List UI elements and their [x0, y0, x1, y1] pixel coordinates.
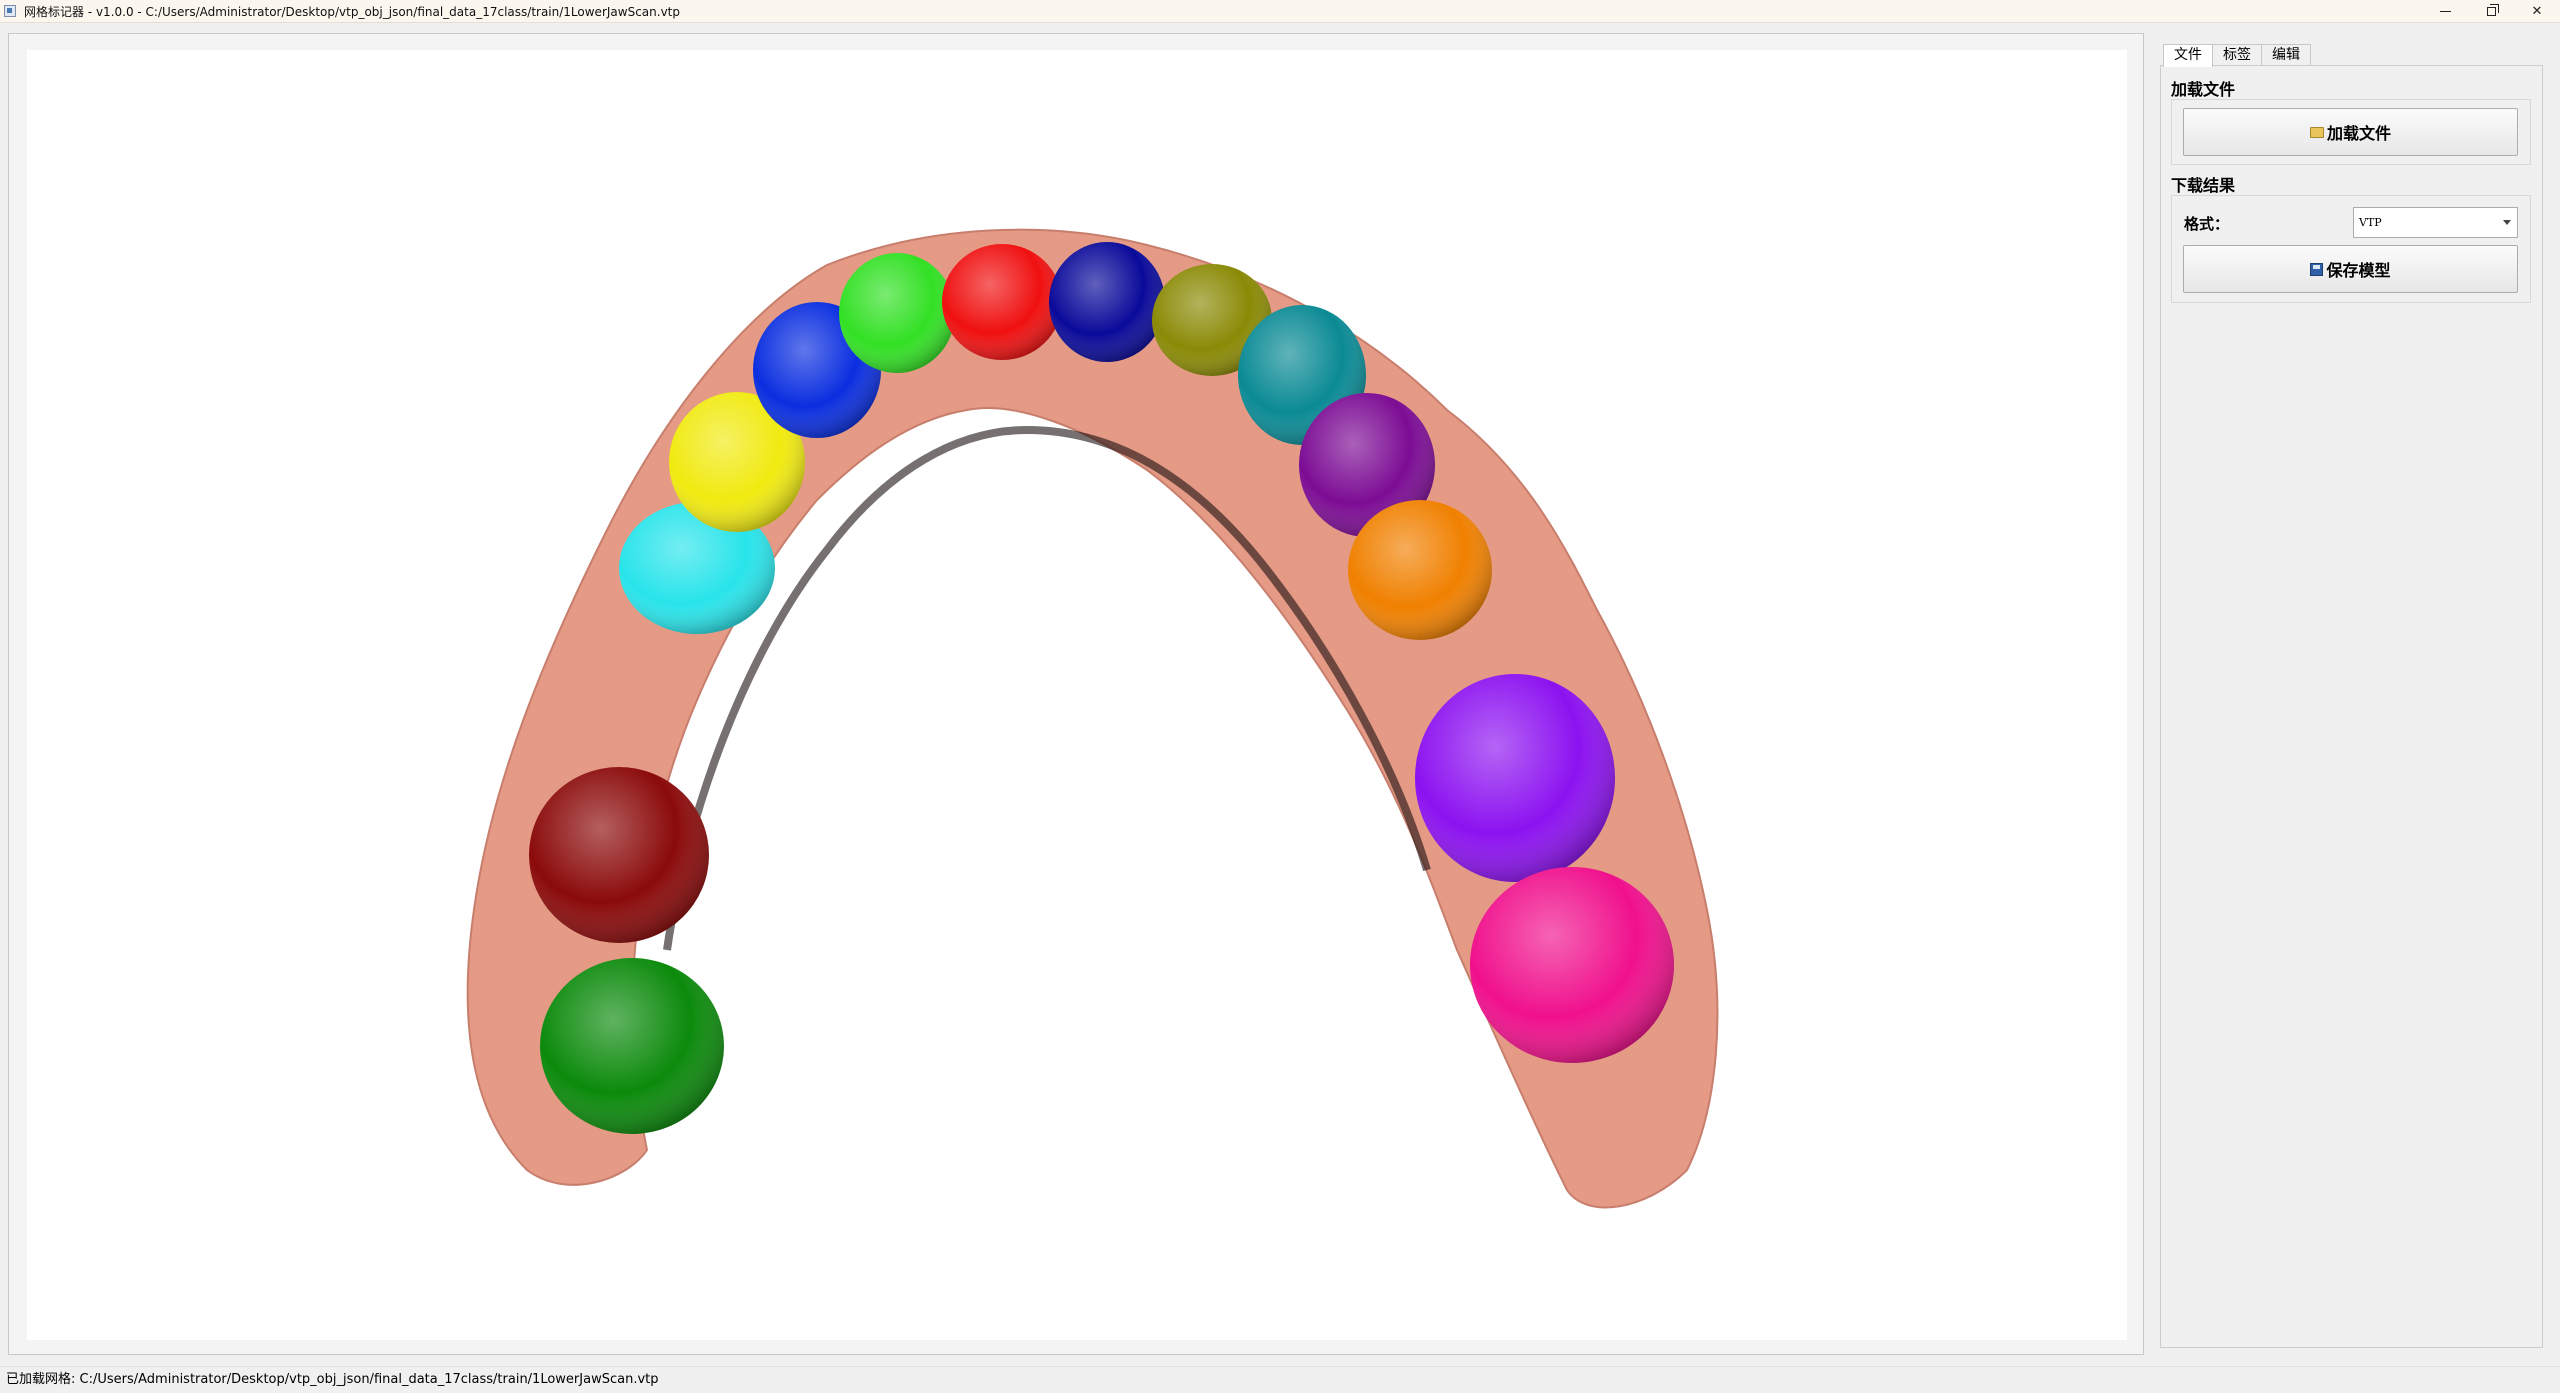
save-model-button-label: 保存模型 [2326, 261, 2391, 280]
format-select-value: VTP [2359, 216, 2382, 229]
tab-edit[interactable]: 编辑 [2261, 44, 2311, 65]
tooth-31[interactable] [942, 244, 1062, 360]
window-title: 网格标记器 - v1.0.0 - C:/Users/Administrator/… [24, 4, 680, 19]
restore-button[interactable] [2468, 0, 2514, 22]
format-select[interactable]: VTP [2353, 207, 2518, 238]
tooth-41[interactable] [1049, 242, 1165, 362]
tab-file[interactable]: 文件 [2163, 44, 2213, 67]
tooth-37[interactable] [540, 958, 724, 1134]
title-bar: 网格标记器 - v1.0.0 - C:/Users/Administrator/… [0, 0, 2560, 23]
close-button[interactable]: ✕ [2514, 0, 2560, 22]
status-bar: 已加载网格: C:/Users/Administrator/Desktop/vt… [0, 1366, 2560, 1393]
restore-icon [2486, 3, 2499, 16]
load-file-button-label: 加载文件 [2326, 124, 2391, 143]
load-file-button[interactable]: 加载文件 [2183, 108, 2518, 156]
load-group-title: 加载文件 [2171, 80, 2236, 99]
status-text: 已加载网格: C:/Users/Administrator/Desktop/vt… [6, 1372, 659, 1387]
tooth-47[interactable] [1470, 867, 1674, 1063]
minimize-icon [2439, 10, 2451, 12]
tab-bar: 文件 标签 编辑 [2163, 44, 2311, 67]
tooth-36[interactable] [529, 767, 709, 943]
tooth-46[interactable] [1415, 674, 1615, 882]
floppy-disk-icon [2310, 262, 2324, 276]
app-icon [4, 5, 16, 17]
minimize-button[interactable] [2422, 0, 2468, 22]
tooth-32[interactable] [839, 253, 955, 373]
chevron-down-icon [2503, 220, 2511, 225]
mesh-viewport[interactable] [27, 50, 2127, 1340]
jaw-scan-render [466, 228, 1719, 1209]
tooth-45[interactable] [1348, 500, 1492, 640]
download-group-title: 下载结果 [2171, 176, 2236, 195]
tab-labels[interactable]: 标签 [2212, 44, 2262, 65]
format-label: 格式： [2184, 215, 2230, 233]
folder-open-icon [2309, 126, 2324, 138]
close-icon: ✕ [2531, 3, 2543, 19]
save-model-button[interactable]: 保存模型 [2183, 245, 2518, 293]
